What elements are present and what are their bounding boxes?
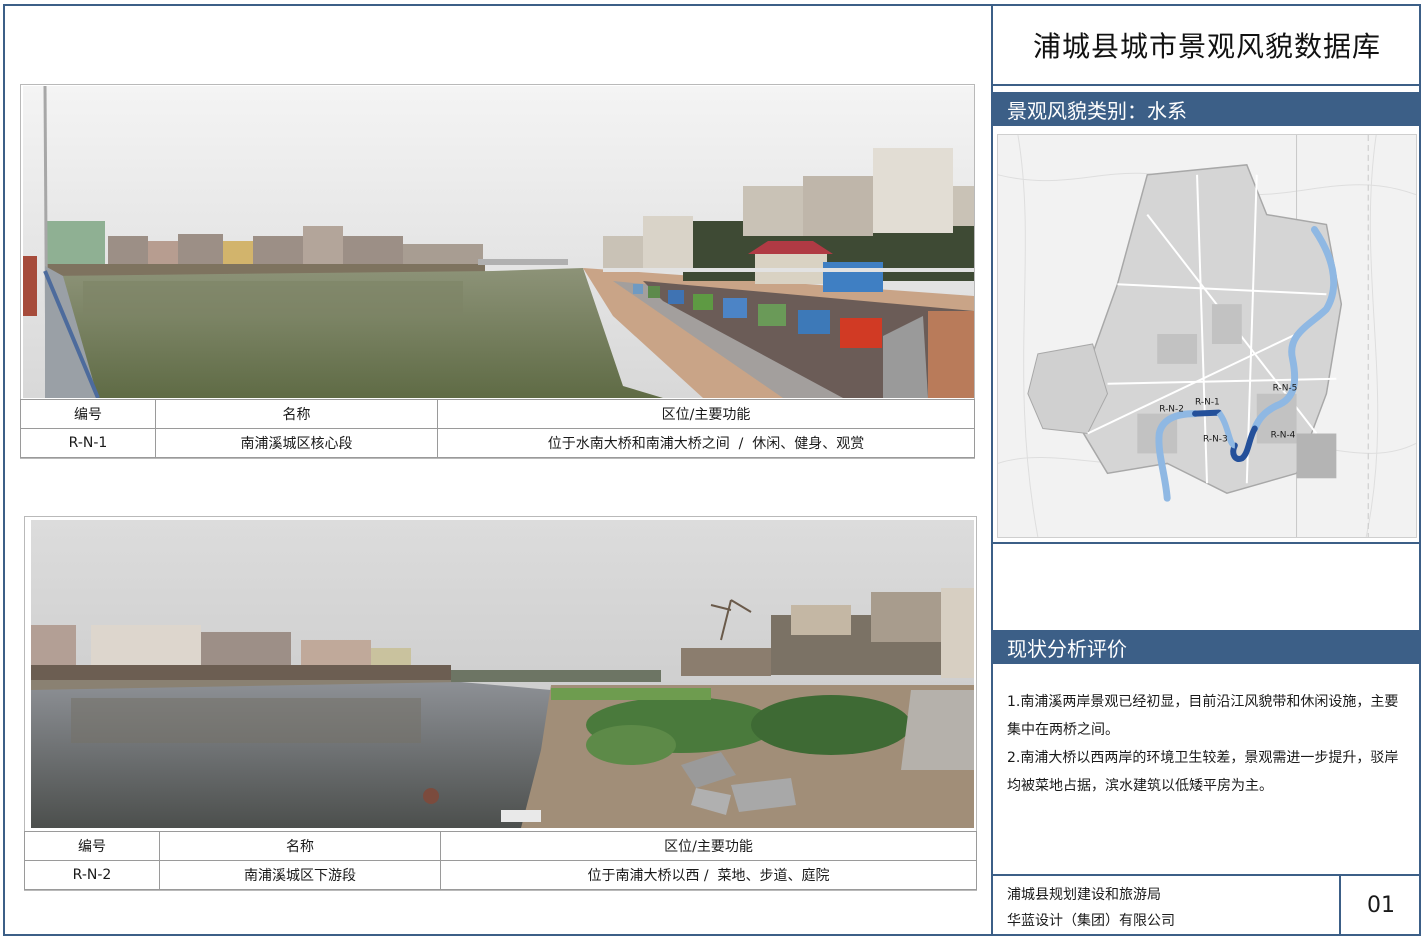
analysis-bar: 现状分析评价 (993, 630, 1421, 664)
category-bar: 景观风貌类别：水系 (993, 92, 1421, 126)
page-title: 浦城县城市景观风貌数据库 (993, 6, 1421, 86)
map-label-rn3: R-N-3 (1203, 434, 1228, 444)
record-1: 编号 名称 区位/主要功能 R-N-1 南浦溪城区核心段 位于水南大桥和南浦大桥… (20, 84, 975, 459)
organization-2: 华蓝设计（集团）有限公司 (1007, 913, 1175, 929)
record-name: 南浦溪城区下游段 (159, 860, 441, 890)
record-id: R-N-1 (20, 428, 156, 458)
analysis-point-1: 1.南浦溪两岸景观已经初显，目前沿江风貌带和休闲设施，主要集中在两桥之间。 (1007, 694, 1399, 738)
record-function: 位于南浦大桥以西 / 菜地、步道、庭院 (440, 860, 977, 890)
table-header-row: 编号 名称 区位/主要功能 (20, 399, 975, 429)
record-id: R-N-2 (24, 860, 160, 890)
map-label-rn5: R-N-5 (1273, 384, 1298, 394)
header-id: 编号 (24, 831, 160, 861)
header-function: 区位/主要功能 (437, 399, 975, 429)
right-panel: 浦城县城市景观风貌数据库 景观风貌类别：水系 R-N-1 R-N-2 R-N-3… (991, 6, 1421, 934)
organization-1: 浦城县规划建设和旅游局 (1007, 887, 1161, 903)
map-label-rn1: R-N-1 (1195, 398, 1220, 408)
header-function: 区位/主要功能 (440, 831, 977, 861)
info-table-1: 编号 名称 区位/主要功能 R-N-1 南浦溪城区核心段 位于水南大桥和南浦大桥… (20, 399, 975, 458)
header-id: 编号 (20, 399, 156, 429)
info-table-2: 编号 名称 区位/主要功能 R-N-2 南浦溪城区下游段 位于南浦大桥以西 / … (24, 831, 977, 890)
record-name: 南浦溪城区核心段 (155, 428, 438, 458)
table-row: R-N-2 南浦溪城区下游段 位于南浦大桥以西 / 菜地、步道、庭院 (24, 860, 977, 890)
divider (993, 542, 1421, 544)
map-label-rn2: R-N-2 (1159, 405, 1184, 415)
analysis-text: 1.南浦溪两岸景观已经初显，目前沿江风貌带和休闲设施，主要集中在两桥之间。 2.… (1007, 688, 1411, 800)
page-number: 01 (1339, 876, 1421, 934)
record-function: 位于水南大桥和南浦大桥之间 / 休闲、健身、观赏 (437, 428, 975, 458)
header-name: 名称 (155, 399, 438, 429)
panorama-photo-1 (23, 86, 974, 398)
panorama-photo-2 (31, 520, 974, 828)
map-label-rn4: R-N-4 (1271, 430, 1296, 440)
water-system-map: R-N-1 R-N-2 R-N-3 R-N-4 R-N-5 (997, 134, 1417, 538)
analysis-point-2: 2.南浦大桥以西两岸的环境卫生较差，景观需进一步提升，驳岸均被菜地占据，滨水建筑… (1007, 750, 1399, 794)
record-2: 编号 名称 区位/主要功能 R-N-2 南浦溪城区下游段 位于南浦大桥以西 / … (24, 516, 977, 891)
table-header-row: 编号 名称 区位/主要功能 (24, 831, 977, 861)
table-row: R-N-1 南浦溪城区核心段 位于水南大桥和南浦大桥之间 / 休闲、健身、观赏 (20, 428, 975, 458)
header-name: 名称 (159, 831, 441, 861)
